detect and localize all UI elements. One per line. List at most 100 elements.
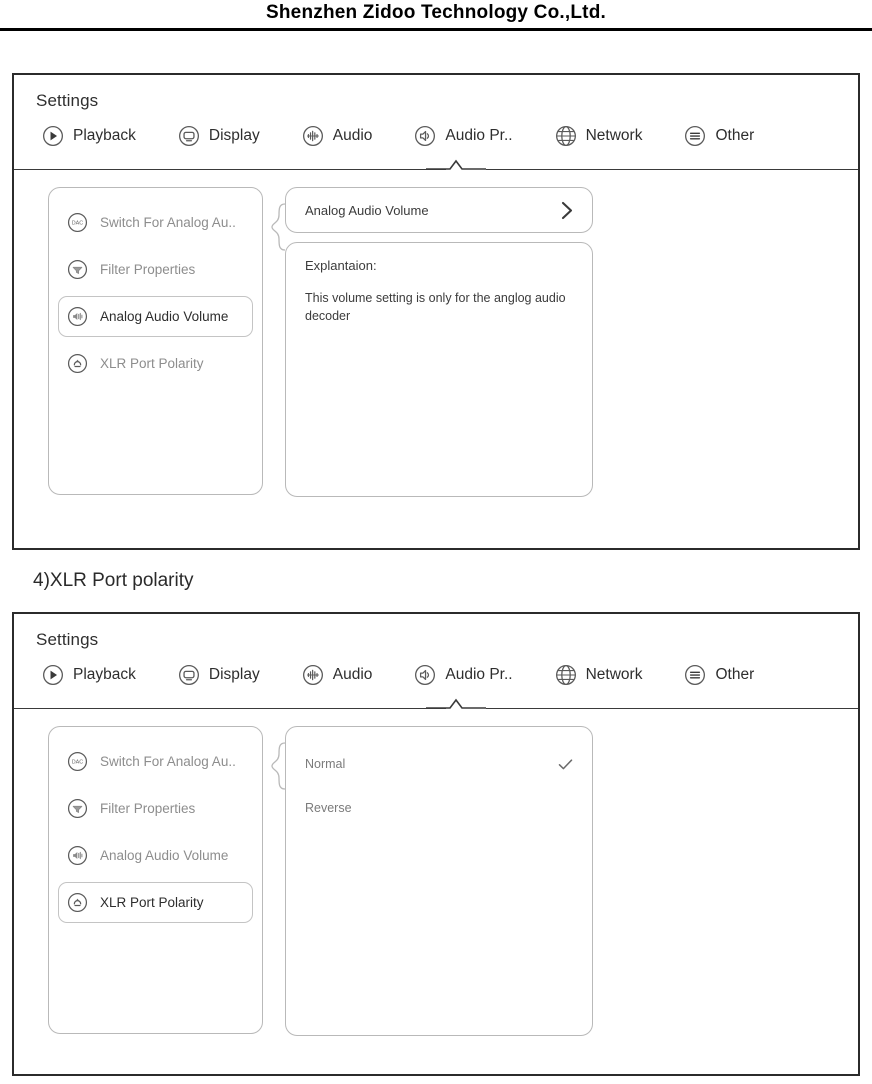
tab-audio[interactable]: Audio: [302, 125, 373, 147]
equalizer-circle-icon: [302, 126, 323, 146]
list-circle-icon: [685, 126, 706, 146]
play-circle-icon: [43, 126, 63, 146]
tab-label: Audio: [332, 666, 373, 684]
sidebar-item-switch-for-analog-au[interactable]: DAC Switch For Analog Au..: [58, 741, 253, 782]
sidebar-item-switch-for-analog-au[interactable]: DAC Switch For Analog Au..: [58, 202, 253, 243]
tab-display[interactable]: Display: [178, 664, 260, 686]
tab-playback[interactable]: Playback: [42, 125, 136, 147]
tab-label: Other: [715, 666, 755, 684]
volume-circle-icon: [67, 306, 88, 327]
filter-circle-icon: [67, 798, 88, 819]
tab-label: Display: [208, 127, 260, 145]
list-circle-icon: [685, 665, 706, 685]
settings-options-column: Normal Reverse: [271, 726, 593, 1036]
sidebar-item-xlr-port-polarity[interactable]: XLR Port Polarity: [58, 882, 253, 923]
speaker-circle-icon: [415, 126, 436, 146]
option-label: Normal: [305, 757, 346, 771]
divider-right-segment: [486, 169, 858, 170]
monitor-circle-icon: [178, 126, 199, 146]
settings-screenshot-analog-audio-volume: Settings Playback Display Audio Audio Pr.. N…: [12, 73, 860, 550]
tab-label: Playback: [73, 666, 136, 684]
analog-audio-volume-row[interactable]: Analog Audio Volume: [285, 187, 593, 233]
brace-pointer-icon: [271, 742, 286, 790]
sidebar-item-label: Analog Audio Volume: [100, 309, 229, 324]
sidebar-item-label: XLR Port Polarity: [100, 356, 204, 371]
sidebar-item-label: XLR Port Polarity: [100, 895, 204, 910]
tab-audio[interactable]: Audio: [302, 664, 373, 686]
tab-other[interactable]: Other: [684, 664, 754, 686]
explanation-text: This volume setting is only for the angl…: [305, 291, 566, 324]
analog-audio-volume-label: Analog Audio Volume: [305, 202, 429, 218]
sidebar-item-xlr-port-polarity[interactable]: XLR Port Polarity: [58, 343, 253, 384]
tab-network[interactable]: Network: [555, 125, 643, 147]
polarity-circle-icon: [67, 353, 88, 374]
tab-label: Network: [585, 127, 643, 145]
sidebar-item-label: Switch For Analog Au..: [100, 215, 236, 230]
tab-label: Audio Pr..: [445, 127, 513, 145]
chevron-right-icon[interactable]: [560, 201, 575, 220]
volume-circle-icon: [67, 845, 88, 866]
tab-audio-pr[interactable]: Audio Pr..: [414, 664, 513, 686]
divider-left-segment: [14, 708, 446, 709]
tab-label: Audio: [332, 127, 373, 145]
tab-label: Network: [585, 666, 643, 684]
sidebar-item-filter-properties[interactable]: Filter Properties: [58, 788, 253, 829]
xlr-polarity-options-card: Normal Reverse: [285, 726, 593, 1036]
sidebar-item-label: Analog Audio Volume: [100, 848, 229, 863]
settings-sidebar: DAC Switch For Analog Au.. Filter Properti…: [48, 187, 263, 495]
sidebar-item-analog-audio-volume[interactable]: Analog Audio Volume: [58, 296, 253, 337]
explanation-title: Explantaion:: [305, 258, 377, 273]
tab-network[interactable]: Network: [555, 664, 643, 686]
explanation-card: Explantaion: This volume setting is only…: [285, 242, 593, 497]
dac-circle-icon: DAC: [67, 751, 88, 772]
brace-pointer-icon: [271, 203, 286, 251]
speaker-circle-icon: [415, 665, 436, 685]
option-normal[interactable]: Normal: [305, 747, 574, 781]
tab-display[interactable]: Display: [178, 125, 260, 147]
globe-icon: [555, 665, 576, 685]
checkmark-icon: [558, 758, 573, 769]
dac-circle-icon: DAC: [67, 212, 88, 233]
settings-detail-column: Analog Audio Volume Explantaion: This vo…: [271, 187, 593, 497]
section-caption: 4)XLR Port polarity: [33, 570, 194, 591]
settings-tabbar: Playback Display Audio Audio Pr.. Network Oth…: [14, 650, 858, 698]
settings-sidebar: DAC Switch For Analog Au.. Filter Properti…: [48, 726, 263, 1034]
polarity-circle-icon: [67, 892, 88, 913]
monitor-circle-icon: [178, 665, 199, 685]
settings-screenshot-xlr-port-polarity: Settings Playback Display Audio Audio Pr.. N…: [12, 612, 860, 1076]
settings-title: Settings: [36, 91, 99, 110]
settings-tabbar: Playback Display Audio Audio Pr.. Network Oth…: [14, 111, 858, 159]
play-circle-icon: [43, 665, 63, 685]
sidebar-item-label: Filter Properties: [100, 262, 196, 277]
svg-text:DAC: DAC: [72, 760, 84, 766]
option-label: Reverse: [305, 801, 352, 815]
tab-label: Other: [715, 127, 755, 145]
tab-playback[interactable]: Playback: [42, 664, 136, 686]
active-tab-caret-icon: [426, 698, 486, 709]
tab-audio-pr[interactable]: Audio Pr..: [414, 125, 513, 147]
tabbar-divider: [14, 159, 858, 173]
settings-title: Settings: [36, 630, 99, 649]
sidebar-item-label: Filter Properties: [100, 801, 196, 816]
equalizer-circle-icon: [302, 665, 323, 685]
settings-content: DAC Switch For Analog Au.. Filter Properti…: [14, 173, 858, 497]
header-divider: [0, 28, 872, 31]
tab-label: Audio Pr..: [445, 666, 513, 684]
divider-right-segment: [486, 708, 858, 709]
tabbar-divider: [14, 698, 858, 712]
divider-left-segment: [14, 169, 446, 170]
tab-other[interactable]: Other: [684, 125, 754, 147]
tab-label: Display: [208, 666, 260, 684]
tab-label: Playback: [73, 127, 136, 145]
svg-text:DAC: DAC: [72, 221, 84, 227]
globe-icon: [555, 126, 576, 146]
filter-circle-icon: [67, 259, 88, 280]
sidebar-item-label: Switch For Analog Au..: [100, 754, 236, 769]
option-reverse[interactable]: Reverse: [305, 791, 574, 825]
sidebar-item-filter-properties[interactable]: Filter Properties: [58, 249, 253, 290]
sidebar-item-analog-audio-volume[interactable]: Analog Audio Volume: [58, 835, 253, 876]
document-header-title: Shenzhen Zidoo Technology Co.,Ltd.: [266, 2, 606, 23]
active-tab-caret-icon: [426, 159, 486, 170]
settings-content: DAC Switch For Analog Au.. Filter Properti…: [14, 712, 858, 1036]
checkmark-placeholder: [557, 800, 574, 817]
